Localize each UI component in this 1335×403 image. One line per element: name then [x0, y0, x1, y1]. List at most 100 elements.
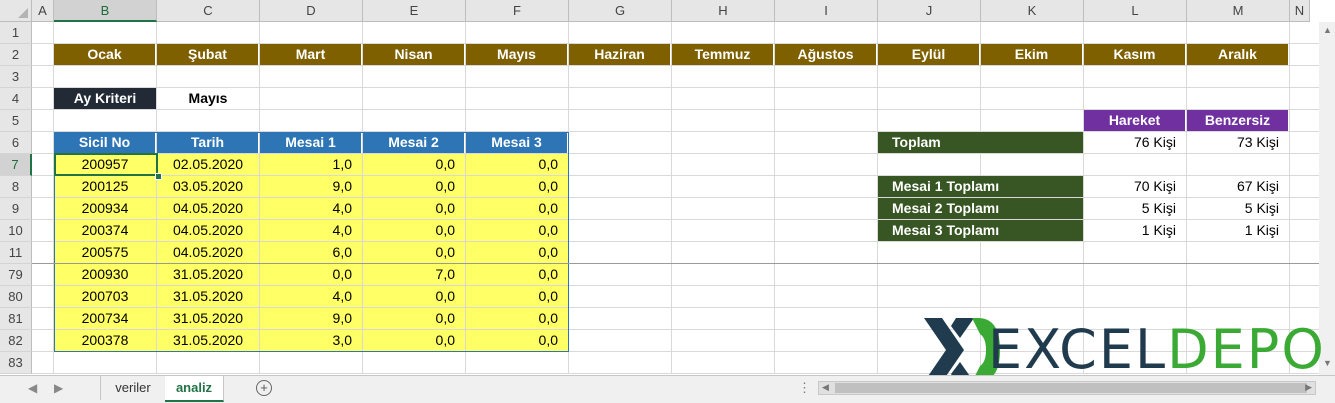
month-cell-4[interactable]: Nisan	[363, 44, 465, 65]
table-cell[interactable]: 200703	[54, 286, 157, 308]
split-handle-icon[interactable]: ⋮	[798, 380, 811, 396]
table-cell[interactable]: 200125	[54, 176, 157, 198]
month-cell-2[interactable]: Şubat	[157, 44, 259, 65]
month-cell-9[interactable]: Eylül	[878, 44, 980, 65]
table-header-5[interactable]: Mesai 3	[466, 132, 568, 153]
row-header-79[interactable]: 79	[0, 264, 32, 286]
table-cell[interactable]: 200934	[54, 198, 157, 220]
table-cell[interactable]: 200374	[54, 220, 157, 242]
select-all-corner[interactable]	[0, 0, 32, 22]
table-cell[interactable]: 6,0	[260, 242, 363, 264]
column-header-h[interactable]: H	[672, 0, 775, 22]
column-header-k[interactable]: K	[981, 0, 1084, 22]
table-cell[interactable]: 4,0	[260, 286, 363, 308]
row-header-82[interactable]: 82	[0, 330, 32, 352]
summary-label-2[interactable]: Mesai 2 Toplamı	[878, 198, 1083, 219]
column-header-e[interactable]: E	[363, 0, 466, 22]
summary-hareket-2[interactable]: 5 Kişi	[1084, 198, 1186, 219]
scroll-up-icon[interactable]: ▲	[1323, 25, 1332, 35]
row-header-8[interactable]: 8	[0, 176, 32, 198]
column-header-j[interactable]: J	[878, 0, 981, 22]
horizontal-scrollbar[interactable]: ◀ ▶	[818, 381, 1316, 395]
month-cell-3[interactable]: Mart	[260, 44, 362, 65]
tab-veriler[interactable]: veriler	[100, 376, 166, 400]
summary-label-1[interactable]: Mesai 1 Toplamı	[878, 176, 1083, 197]
row-header-6[interactable]: 6	[0, 132, 32, 154]
table-cell[interactable]: 200734	[54, 308, 157, 330]
summary-toplam-benzersiz[interactable]: 73 Kişi	[1187, 132, 1289, 153]
summary-header-hareket[interactable]: Hareket	[1084, 110, 1186, 131]
table-cell[interactable]: 9,0	[260, 308, 363, 330]
summary-label-3[interactable]: Mesai 3 Toplamı	[878, 220, 1083, 241]
row-header-9[interactable]: 9	[0, 198, 32, 220]
month-cell-6[interactable]: Haziran	[569, 44, 671, 65]
summary-label-toplam[interactable]: Toplam	[878, 132, 1083, 153]
table-header-3[interactable]: Mesai 1	[260, 132, 362, 153]
table-cell[interactable]: 04.05.2020	[157, 242, 260, 264]
row-header-5[interactable]: 5	[0, 110, 32, 132]
row-header-11[interactable]: 11	[0, 242, 32, 264]
table-cell[interactable]: 7,0	[363, 264, 466, 286]
row-header-10[interactable]: 10	[0, 220, 32, 242]
table-cell[interactable]: 0,0	[363, 176, 466, 198]
row-header-7[interactable]: 7	[0, 154, 32, 176]
row-header-83[interactable]: 83	[0, 352, 32, 374]
table-cell[interactable]: 0,0	[466, 308, 569, 330]
column-header-d[interactable]: D	[260, 0, 363, 22]
table-cell[interactable]: 03.05.2020	[157, 176, 260, 198]
table-cell[interactable]: 1,0	[260, 154, 363, 176]
month-cell-11[interactable]: Kasım	[1084, 44, 1186, 65]
table-cell[interactable]: 0,0	[363, 220, 466, 242]
table-cell[interactable]: 200575	[54, 242, 157, 264]
table-cell[interactable]: 0,0	[363, 308, 466, 330]
table-cell[interactable]: 0,0	[363, 242, 466, 264]
prev-sheet-icon[interactable]: ◀	[28, 376, 37, 400]
summary-header-benzersiz[interactable]: Benzersiz	[1187, 110, 1289, 131]
column-header-l[interactable]: L	[1084, 0, 1187, 22]
column-header-c[interactable]: C	[157, 0, 260, 22]
table-cell[interactable]: 0,0	[466, 220, 569, 242]
table-cell[interactable]: 0,0	[466, 264, 569, 286]
scroll-right-icon[interactable]: ▶	[1305, 382, 1312, 393]
scroll-left-icon[interactable]: ◀	[822, 382, 829, 393]
table-cell[interactable]: 0,0	[363, 154, 466, 176]
table-cell[interactable]: 4,0	[260, 198, 363, 220]
table-cell[interactable]: 0,0	[260, 264, 363, 286]
month-cell-12[interactable]: Aralık	[1187, 44, 1289, 65]
table-header-2[interactable]: Tarih	[157, 132, 259, 153]
row-header-4[interactable]: 4	[0, 88, 32, 110]
column-header-g[interactable]: G	[569, 0, 672, 22]
column-header-m[interactable]: M	[1187, 0, 1290, 22]
table-cell[interactable]: 0,0	[466, 286, 569, 308]
table-header-4[interactable]: Mesai 2	[363, 132, 465, 153]
table-cell[interactable]: 200930	[54, 264, 157, 286]
table-cell[interactable]: 0,0	[466, 154, 569, 176]
month-cell-8[interactable]: Ağustos	[775, 44, 877, 65]
table-cell[interactable]: 0,0	[363, 198, 466, 220]
summary-hareket-1[interactable]: 70 Kişi	[1084, 176, 1186, 197]
table-cell[interactable]: 0,0	[466, 176, 569, 198]
column-header-f[interactable]: F	[466, 0, 569, 22]
table-cell[interactable]: 0,0	[363, 330, 466, 352]
table-cell[interactable]: 04.05.2020	[157, 198, 260, 220]
summary-benzersiz-3[interactable]: 1 Kişi	[1187, 220, 1289, 241]
add-sheet-button[interactable]: +	[256, 380, 272, 396]
row-header-2[interactable]: 2	[0, 44, 32, 66]
table-cell[interactable]: 04.05.2020	[157, 220, 260, 242]
table-cell[interactable]: 9,0	[260, 176, 363, 198]
horizontal-scroll-thumb[interactable]	[835, 383, 1307, 393]
tab-analiz[interactable]: analiz	[165, 376, 224, 402]
row-header-1[interactable]: 1	[0, 22, 32, 44]
next-sheet-icon[interactable]: ▶	[54, 376, 63, 400]
column-header-b[interactable]: B	[54, 0, 157, 22]
summary-hareket-3[interactable]: 1 Kişi	[1084, 220, 1186, 241]
row-header-80[interactable]: 80	[0, 286, 32, 308]
row-header-3[interactable]: 3	[0, 66, 32, 88]
criteria-label[interactable]: Ay Kriteri	[54, 88, 156, 109]
table-cell[interactable]: 31.05.2020	[157, 264, 260, 286]
table-header-1[interactable]: Sicil No	[54, 132, 156, 153]
table-cell[interactable]: 0,0	[466, 242, 569, 264]
table-cell[interactable]: 3,0	[260, 330, 363, 352]
criteria-value[interactable]: Mayıs	[157, 88, 259, 109]
month-cell-10[interactable]: Ekim	[981, 44, 1083, 65]
